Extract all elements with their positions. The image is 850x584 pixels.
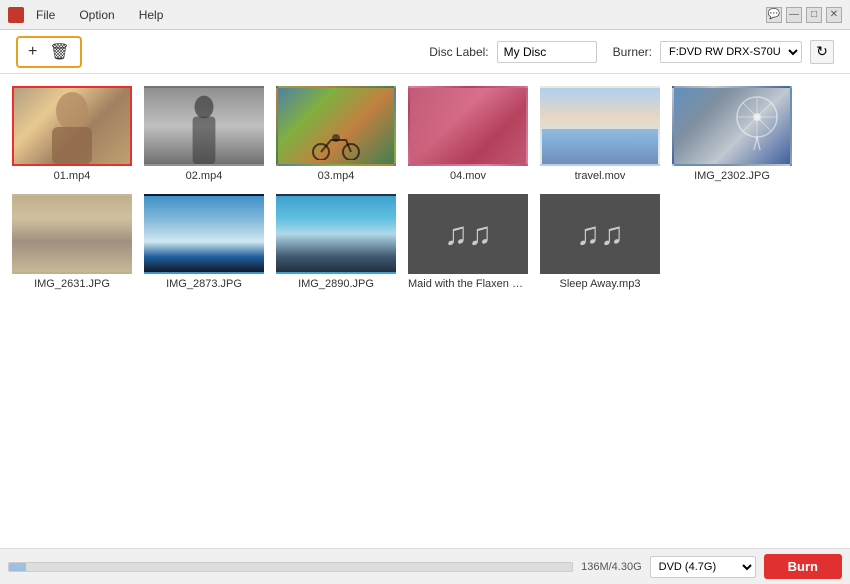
thumb-03: [276, 86, 396, 166]
add-delete-group: + 🗑: [16, 36, 82, 68]
disc-label-text: Disc Label:: [429, 45, 488, 59]
thumb-maid: ♫♫: [408, 194, 528, 274]
media-item-01[interactable]: 01.mp4: [12, 86, 132, 182]
maximize-button[interactable]: □: [806, 7, 822, 23]
music-icon: ♫♫: [576, 216, 624, 253]
main-content: 01.mp4 02.mp4 03.mp4 04.mov travel.mov IMG_…: [0, 74, 850, 548]
delete-button[interactable]: 🗑: [47, 42, 71, 62]
thumb-img2873: [144, 194, 264, 274]
dvd-format-select[interactable]: DVD (4.7G) DVD-DL (8.5G) BD-25G BD-50G: [650, 556, 756, 578]
minimize-button[interactable]: —: [786, 7, 802, 23]
water-overlay: [542, 129, 658, 164]
media-item-03[interactable]: 03.mp4: [276, 86, 396, 182]
media-item-04[interactable]: 04.mov: [408, 86, 528, 182]
media-label-03: 03.mp4: [318, 170, 355, 182]
media-label-02: 02.mp4: [186, 170, 223, 182]
app-icon: [8, 7, 24, 23]
media-label-img2873: IMG_2873.JPG: [166, 278, 242, 290]
burner-section: Burner: F:DVD RW DRX-S70U ↻: [613, 40, 834, 64]
media-item-maid[interactable]: ♫♫ Maid with the Flaxen Hair...: [408, 194, 528, 290]
media-item-img2873[interactable]: IMG_2873.JPG: [144, 194, 264, 290]
media-item-img2302[interactable]: IMG_2302.JPG: [672, 86, 792, 182]
bottom-bar: 136M/4.30G DVD (4.7G) DVD-DL (8.5G) BD-2…: [0, 548, 850, 584]
thumb-travel: [540, 86, 660, 166]
title-bar: File Option Help 💬 — □ ✕: [0, 0, 850, 30]
add-button[interactable]: +: [26, 43, 39, 61]
crowd-overlay: [410, 88, 526, 164]
media-grid: 01.mp4 02.mp4 03.mp4 04.mov travel.mov IMG_…: [12, 86, 838, 290]
media-label-img2890: IMG_2890.JPG: [298, 278, 374, 290]
progress-bar-fill: [9, 563, 26, 571]
thumb-img2890: [276, 194, 396, 274]
thumb-01: [12, 86, 132, 166]
motorcycle-icon: [311, 130, 361, 160]
media-label-sleep: Sleep Away.mp3: [560, 278, 641, 290]
media-label-img2631: IMG_2631.JPG: [34, 278, 110, 290]
face-silhouette-icon: [42, 89, 102, 164]
refresh-button[interactable]: ↻: [810, 40, 834, 64]
chat-icon-btn[interactable]: 💬: [766, 7, 782, 23]
ferris-wheel-icon: [732, 92, 782, 152]
burner-select[interactable]: F:DVD RW DRX-S70U: [660, 41, 802, 63]
menu-bar: File Option Help: [32, 6, 766, 24]
media-item-02[interactable]: 02.mp4: [144, 86, 264, 182]
media-label-travel: travel.mov: [575, 170, 626, 182]
person-silhouette-icon: [146, 88, 262, 164]
media-item-sleep[interactable]: ♫♫ Sleep Away.mp3: [540, 194, 660, 290]
music-icon: ♫♫: [444, 216, 492, 253]
thumb-04: [408, 86, 528, 166]
thumb-02: [144, 86, 264, 166]
burn-button[interactable]: Burn: [764, 554, 842, 579]
media-item-img2890[interactable]: IMG_2890.JPG: [276, 194, 396, 290]
window-controls: 💬 — □ ✕: [766, 7, 842, 23]
media-item-travel[interactable]: travel.mov: [540, 86, 660, 182]
menu-file[interactable]: File: [32, 6, 59, 24]
disc-label-section: Disc Label:: [429, 41, 596, 63]
toolbar: + 🗑 Disc Label: Burner: F:DVD RW DRX-S70…: [0, 30, 850, 74]
media-item-img2631[interactable]: IMG_2631.JPG: [12, 194, 132, 290]
close-button[interactable]: ✕: [826, 7, 842, 23]
thumb-sleep: ♫♫: [540, 194, 660, 274]
media-label-01: 01.mp4: [54, 170, 91, 182]
thumb-img2631: [12, 194, 132, 274]
menu-option[interactable]: Option: [75, 6, 118, 24]
media-label-maid: Maid with the Flaxen Hair...: [408, 278, 528, 290]
burner-label: Burner:: [613, 45, 652, 59]
media-label-04: 04.mov: [450, 170, 486, 182]
thumb-img2302: [672, 86, 792, 166]
progress-bar: [8, 562, 573, 572]
disc-label-input[interactable]: [497, 41, 597, 63]
menu-help[interactable]: Help: [135, 6, 168, 24]
size-info: 136M/4.30G: [581, 561, 642, 573]
media-label-img2302: IMG_2302.JPG: [694, 170, 770, 182]
